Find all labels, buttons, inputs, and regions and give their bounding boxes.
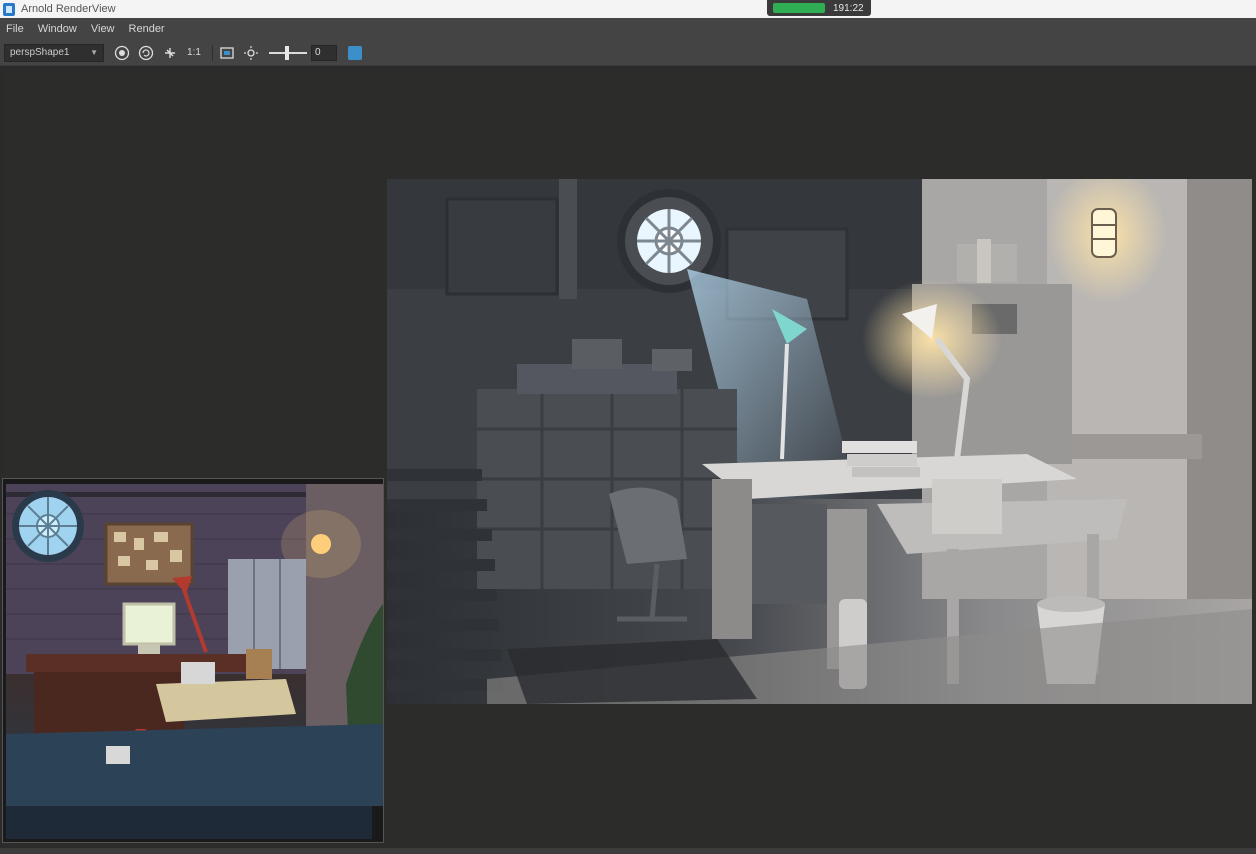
menu-bar: File Window View Render — [0, 18, 1256, 40]
camera-select[interactable]: perspShape1 ▼ — [4, 43, 104, 62]
render-icon — [114, 45, 130, 60]
reference-concept-image — [6, 484, 383, 806]
snapshot-icon — [348, 45, 362, 60]
title-bar: Arnold RenderView 191:22 — [0, 0, 1256, 18]
recording-timer: 191:22 — [767, 0, 871, 16]
snapshot-button[interactable] — [345, 43, 365, 63]
chevron-down-icon: ▼ — [90, 48, 98, 57]
menu-view[interactable]: View — [91, 23, 115, 35]
menu-file[interactable]: File — [6, 23, 24, 35]
ipr-button[interactable] — [136, 43, 156, 63]
camera-select-value: perspShape1 — [10, 47, 70, 58]
exposure-sun-icon — [244, 45, 258, 60]
crop-region-icon — [165, 47, 175, 58]
display-window-button[interactable] — [217, 43, 237, 63]
exposure-slider[interactable] — [269, 45, 307, 60]
menu-render[interactable]: Render — [129, 23, 165, 35]
status-strip — [0, 848, 1256, 854]
exposure-input[interactable]: 0 — [311, 44, 337, 61]
ipr-refresh-icon — [138, 45, 154, 60]
arnold-app-icon — [3, 2, 15, 16]
exposure-slider-handle[interactable] — [285, 45, 289, 60]
render-button[interactable] — [112, 43, 132, 63]
reference-floor — [6, 806, 372, 839]
reference-image-panel — [2, 478, 384, 843]
render-output — [387, 179, 1252, 704]
rendered-image[interactable] — [387, 179, 1252, 704]
menu-window[interactable]: Window — [38, 23, 77, 35]
ratio-button[interactable]: 1:1 — [184, 43, 204, 63]
crop-region-button[interactable] — [160, 43, 180, 63]
timer-text: 191:22 — [833, 2, 864, 14]
reference-illustration — [6, 484, 383, 806]
exposure-button[interactable] — [241, 43, 261, 63]
timer-indicator — [773, 3, 825, 13]
display-window-icon — [220, 46, 234, 59]
render-toolbar: perspShape1 ▼ 1:1 0 — [0, 40, 1256, 66]
window-title: Arnold RenderView — [21, 3, 116, 15]
toolbar-separator — [212, 44, 213, 61]
